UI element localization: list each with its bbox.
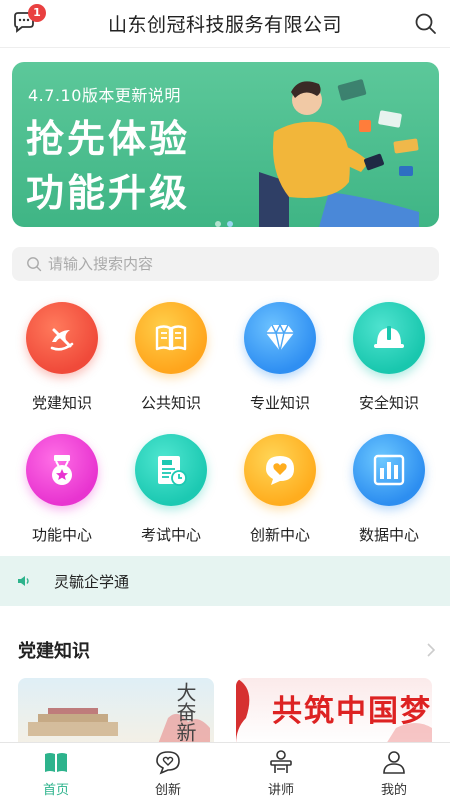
nav-lecturer[interactable]: 讲师 — [225, 743, 337, 800]
bottom-navigation: 首页 创新 讲师 我的 — [0, 742, 450, 800]
nav-label: 讲师 — [267, 783, 294, 798]
book-icon-circle — [135, 302, 207, 374]
grid-item-safety-knowledge[interactable]: 安全知识 — [335, 302, 443, 412]
grid-label: 公共知识 — [140, 394, 201, 412]
heart-chat-icon — [266, 456, 294, 485]
bar-chart-icon-circle — [353, 434, 425, 506]
grid-label: 专业知识 — [249, 394, 310, 412]
exam-sheet-icon-circle — [135, 434, 207, 506]
grid-item-function-center[interactable]: 功能中心 — [8, 434, 116, 544]
announcement-bar[interactable]: 灵毓企学通 — [0, 556, 450, 606]
nav-label: 我的 — [380, 783, 407, 798]
helmet-icon — [374, 326, 404, 348]
banner-subtitle: 4.7.10版本更新说明 — [28, 86, 181, 105]
medal-icon-circle — [26, 434, 98, 506]
nav-label: 创新 — [154, 783, 181, 798]
banner-dot-1[interactable] — [215, 221, 221, 227]
search-button[interactable] — [414, 12, 438, 36]
chevron-right-icon[interactable] — [426, 642, 436, 658]
party-emblem-icon — [50, 328, 74, 351]
banner-headline-1: 抢先体验 — [26, 117, 191, 161]
search-icon — [27, 257, 42, 272]
nav-label: 首页 — [42, 783, 69, 798]
exam-sheet-icon — [158, 456, 187, 486]
grid-item-public-knowledge[interactable]: 公共知识 — [117, 302, 225, 412]
banner-pagination — [215, 212, 239, 227]
grid-label: 创新中心 — [249, 526, 310, 544]
grid-label: 安全知识 — [358, 394, 419, 412]
grid-item-innovation-center[interactable]: 创新中心 — [226, 434, 334, 544]
nav-home[interactable]: 首页 — [0, 743, 112, 800]
grid-item-professional-knowledge[interactable]: 专业知识 — [226, 302, 334, 412]
user-icon — [383, 751, 405, 774]
grid-label: 考试中心 — [140, 526, 201, 544]
announcement-text: 灵毓企学通 — [54, 573, 130, 591]
lecturer-icon — [270, 750, 292, 773]
nav-innovation[interactable]: 创新 — [112, 743, 224, 800]
diamond-icon-circle — [244, 302, 316, 374]
nav-profile[interactable]: 我的 — [338, 743, 450, 800]
speaker-icon — [18, 576, 29, 586]
grid-label: 数据中心 — [358, 526, 419, 544]
heart-chat-icon-circle — [244, 434, 316, 506]
card-title: 共筑中国梦 — [272, 694, 432, 729]
helmet-icon-circle — [353, 302, 425, 374]
medal-icon — [52, 455, 72, 485]
book-icon — [155, 325, 187, 351]
party-emblem-icon-circle — [26, 302, 98, 374]
search-input[interactable] — [48, 247, 428, 281]
section-title: 党建知识 — [18, 641, 90, 662]
banner-headline-2: 功能升级 — [26, 171, 191, 215]
card-title: 大奋新 — [173, 682, 197, 742]
grid-item-exam-center[interactable]: 考试中心 — [117, 434, 225, 544]
diamond-icon — [266, 323, 294, 352]
search-bar[interactable] — [12, 247, 439, 281]
person-with-phone-illustration — [259, 79, 419, 227]
banner-dot-2[interactable] — [227, 221, 233, 227]
promo-banner[interactable]: 4.7.10版本更新说明 抢先体验 功能升级 — [12, 62, 439, 227]
page-title: 山东创冠科技服务有限公司 — [107, 14, 342, 36]
bar-chart-icon — [373, 454, 405, 486]
article-card[interactable]: 大奋新 — [18, 678, 214, 744]
book-open-icon — [45, 753, 67, 772]
heart-chat-icon — [156, 751, 180, 775]
article-card[interactable]: 共筑中国梦 — [236, 678, 432, 744]
top-bar: 1 山东创冠科技服务有限公司 — [0, 0, 450, 48]
grid-label: 党建知识 — [31, 394, 92, 412]
grid-item-data-center[interactable]: 数据中心 — [335, 434, 443, 544]
grid-item-party-knowledge[interactable]: 党建知识 — [8, 302, 116, 412]
search-icon — [415, 13, 436, 34]
grid-label: 功能中心 — [31, 526, 92, 544]
